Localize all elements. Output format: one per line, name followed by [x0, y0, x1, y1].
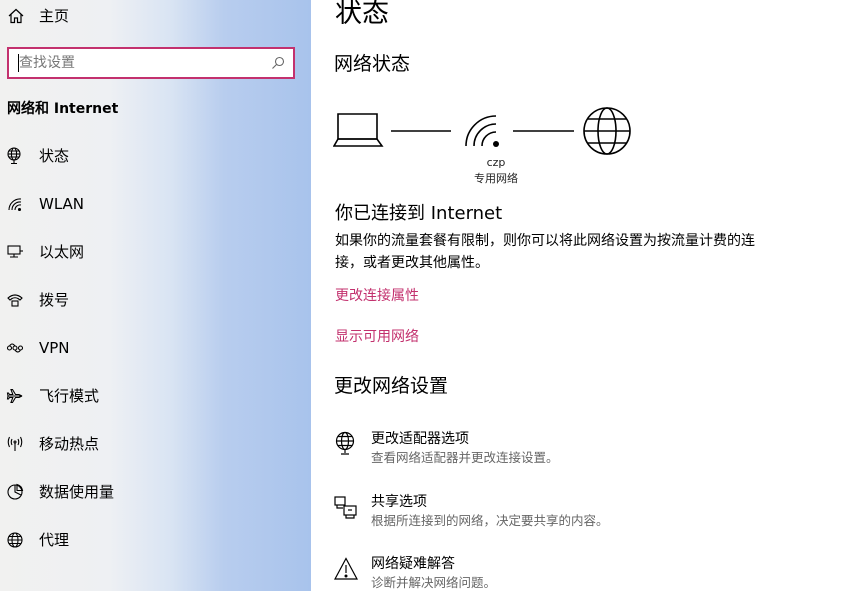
network-troubleshooter[interactable]: 网络疑难解答 诊断并解决网络问题。 [333, 554, 833, 598]
search-input[interactable] [9, 49, 269, 77]
option-description: 查看网络适配器并更改连接设置。 [371, 450, 559, 465]
sharing-options[interactable]: 共享选项 根据所连接到的网络，决定要共享的内容。 [333, 492, 833, 536]
adapter-globe-icon [335, 431, 355, 455]
sidebar-item-label: 数据使用量 [39, 483, 115, 501]
connection-description: 如果你的流量套餐有限制，则你可以将此网络设置为按流量计费的连接，或者更改其他属性… [335, 233, 755, 271]
sidebar-item-label: 移动热点 [39, 435, 100, 453]
network-status-heading: 网络状态 [334, 53, 411, 75]
sidebar-item-vpn[interactable]: VPN [0, 328, 311, 368]
sidebar-item-label: VPN [39, 339, 70, 357]
section-title: 网络和 Internet [7, 101, 119, 117]
vpn-icon [6, 343, 24, 353]
sidebar-item-ethernet[interactable]: 以太网 [0, 232, 311, 272]
sidebar-item-dialup[interactable]: 拨号 [0, 280, 311, 320]
wifi-icon [8, 198, 22, 212]
sidebar-item-data-usage[interactable]: 数据使用量 [0, 472, 311, 512]
sidebar-item-label: WLAN [39, 195, 85, 213]
change-adapter-options[interactable]: 更改适配器选项 查看网络适配器并更改连接设置。 [333, 429, 833, 473]
sidebar-item-status[interactable]: 状态 [0, 136, 311, 176]
change-connection-properties-link[interactable]: 更改连接属性 [335, 286, 419, 306]
hotspot-icon [7, 436, 23, 451]
option-title: 网络疑难解答 [371, 556, 455, 572]
sharing-icon [334, 496, 357, 519]
search-icon[interactable] [271, 56, 285, 70]
sidebar-item-hotspot[interactable]: 移动热点 [0, 424, 311, 464]
network-type: 专用网络 [474, 172, 518, 185]
data-usage-icon [7, 483, 24, 500]
dialup-icon [7, 294, 23, 307]
search-box[interactable] [7, 47, 295, 79]
option-title: 更改适配器选项 [371, 431, 469, 447]
page-title: 状态 [335, 0, 389, 29]
home-icon [8, 8, 24, 24]
sidebar-item-airplane-mode[interactable]: 飞行模式 [0, 376, 311, 416]
main-content: 状态 网络状态 czp 专用网络 你已连接到 Internet 如果你的流量套餐… [311, 0, 846, 591]
change-network-settings-heading: 更改网络设置 [334, 375, 449, 397]
wifi-signal-icon [465, 115, 499, 147]
sidebar-item-wlan[interactable]: WLAN [0, 184, 311, 224]
home-nav-item[interactable]: 主页 [0, 0, 311, 34]
sidebar: 主页 网络和 Internet 状态 WLAN 以太网 拨号 [0, 0, 311, 591]
option-description: 根据所连接到的网络，决定要共享的内容。 [371, 513, 609, 528]
internet-globe-icon [583, 107, 631, 155]
network-name: czp [486, 156, 506, 169]
sidebar-item-label: 飞行模式 [39, 387, 100, 405]
sidebar-item-proxy[interactable]: 代理 [0, 520, 311, 560]
laptop-icon [333, 113, 384, 147]
home-label: 主页 [39, 7, 70, 25]
option-description: 诊断并解决网络问题。 [371, 575, 497, 590]
sidebar-item-label: 拨号 [39, 291, 70, 309]
sidebar-item-label: 代理 [39, 531, 70, 549]
sidebar-item-label: 状态 [39, 147, 70, 165]
airplane-icon [6, 388, 23, 404]
ethernet-icon [7, 245, 23, 258]
show-available-networks-link[interactable]: 显示可用网络 [335, 327, 419, 347]
connection-title: 你已连接到 Internet [335, 203, 503, 224]
globe-status-icon [7, 147, 21, 165]
option-title: 共享选项 [371, 494, 427, 510]
proxy-globe-icon [7, 532, 23, 548]
sidebar-item-label: 以太网 [39, 243, 85, 261]
warning-icon [333, 557, 359, 580]
